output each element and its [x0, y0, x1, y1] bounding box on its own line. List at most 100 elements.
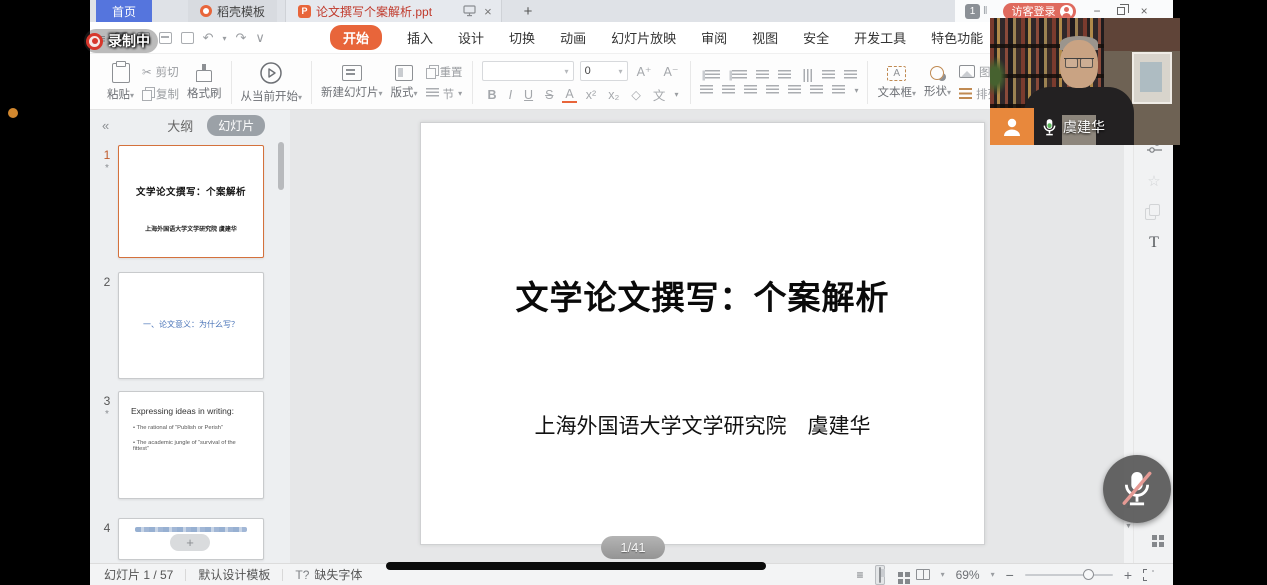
decrease-indent-icon[interactable] [756, 70, 769, 81]
reset-button[interactable]: 重置 [426, 64, 463, 80]
new-tab-button[interactable]: + [516, 3, 541, 20]
mute-microphone-button[interactable] [1103, 455, 1171, 523]
tab-slides[interactable]: 幻灯片 [207, 115, 265, 136]
zoom-caret-icon[interactable]: ▾ [991, 570, 995, 579]
slide-subtitle[interactable]: 上海外国语大学文学研究院 虞建华 [421, 410, 984, 440]
normal-view-button[interactable] [875, 565, 885, 585]
close-window-button[interactable]: × [1141, 4, 1148, 18]
zoom-in-button[interactable]: + [1124, 567, 1132, 583]
collapse-panel-icon[interactable]: « [102, 118, 109, 133]
current-slide[interactable]: 文学论文撰写：个案解析 上海外国语大学文学研究院 虞建华 [420, 122, 985, 545]
menu-slideshow[interactable]: 幻灯片放映 [611, 28, 676, 47]
zoom-slider-knob[interactable] [1083, 569, 1094, 580]
slide-thumbnail-2[interactable]: 一、论文意义：为什么写？ [118, 272, 264, 379]
bullets-icon[interactable] [705, 70, 720, 81]
tab-docer-templates[interactable]: 稻壳模板 [188, 0, 277, 22]
reading-view-icon[interactable] [916, 569, 930, 580]
decrease-font-button[interactable]: A⁻ [661, 64, 682, 79]
distribute-icon[interactable] [788, 85, 801, 96]
menu-animation[interactable]: 动画 [560, 28, 586, 47]
close-tab-icon[interactable]: × [481, 4, 495, 19]
subscript-button[interactable]: x₂ [605, 88, 622, 102]
text-direction-icon[interactable] [801, 69, 812, 82]
justify-icon[interactable] [766, 85, 779, 96]
missing-font-label[interactable]: 缺失字体 [314, 566, 362, 583]
increase-indent-icon[interactable] [778, 70, 791, 81]
text-box-button[interactable]: A 文本框▾ [877, 66, 916, 100]
font-color-button[interactable]: A [562, 87, 576, 103]
menu-devtools[interactable]: 开发工具 [854, 28, 906, 47]
section-button[interactable]: 节▾ [426, 86, 463, 102]
new-slide-button[interactable]: 新建幻灯片▾ [321, 65, 383, 100]
undo-icon[interactable]: ↶ [203, 30, 214, 46]
guest-login-button[interactable]: 访客登录 [1003, 3, 1076, 20]
italic-button[interactable]: I [506, 88, 515, 102]
align-text-icon[interactable] [822, 70, 835, 81]
slide-thumbnail-3[interactable]: Expressing ideas in writing: • The ratio… [118, 391, 264, 499]
increase-font-button[interactable]: A⁺ [634, 64, 655, 79]
minimize-button[interactable]: − [1094, 4, 1101, 18]
redo-icon[interactable]: ↷ [236, 30, 247, 46]
toolbar-collapse-icon[interactable]: ∨ [255, 30, 265, 46]
fit-to-window-icon[interactable] [1143, 569, 1155, 581]
restore-button[interactable] [1117, 7, 1125, 15]
playback-progress-bar[interactable] [386, 562, 766, 570]
format-painter-button[interactable]: 格式刷 [187, 64, 222, 101]
print-preview-icon[interactable] [181, 32, 194, 44]
bold-button[interactable]: B [485, 88, 500, 102]
scroll-down-icon[interactable]: ▼ [1124, 523, 1133, 530]
sidebar-scrollbar[interactable] [278, 142, 284, 190]
text-tool-icon[interactable]: T [1134, 234, 1174, 252]
menu-insert[interactable]: 插入 [407, 28, 433, 47]
copy-button[interactable]: 复制 [142, 86, 179, 102]
align-left-icon[interactable] [700, 85, 713, 96]
underline-button[interactable]: U [521, 88, 536, 102]
play-from-current-button[interactable]: 从当前开始▾ [241, 61, 303, 104]
thumbnail-grid-icon[interactable] [1134, 535, 1174, 540]
paragraph-spacing-icon[interactable] [832, 85, 845, 96]
shapes-button[interactable]: 形状▾ [924, 66, 951, 99]
selection-pages-icon[interactable] [1134, 204, 1174, 216]
clear-format-button[interactable]: ◇ [628, 87, 644, 102]
slide-thumbnail-1[interactable]: 文学论文撰写：个案解析 上海外国语大学文学研究院 虞建华 [118, 145, 264, 258]
video-call-window[interactable]: 虞建华 [990, 18, 1180, 145]
tab-document[interactable]: P 论文撰写个案解析.ppt × [285, 0, 502, 22]
menu-view[interactable]: 视图 [752, 28, 778, 47]
slide-sorter-view-icon[interactable] [898, 572, 903, 577]
line-spacing-icon[interactable] [810, 85, 823, 96]
strikethrough-button[interactable]: S [542, 88, 556, 102]
align-center-icon[interactable] [722, 85, 735, 96]
numbering-icon[interactable] [732, 70, 747, 81]
menu-start[interactable]: 开始 [330, 25, 382, 50]
tab-home[interactable]: 首页 [96, 0, 152, 22]
columns-icon[interactable] [844, 70, 857, 81]
menu-transition[interactable]: 切换 [509, 28, 535, 47]
font-size-combobox[interactable]: 0▾ [580, 61, 628, 81]
phonetic-guide-button[interactable]: 文 [650, 85, 669, 104]
menu-special-features[interactable]: 特色功能 [931, 28, 983, 47]
menu-design[interactable]: 设计 [458, 28, 484, 47]
cut-button[interactable]: ✂剪切 [142, 64, 179, 80]
tab-outline[interactable]: 大纲 [167, 116, 193, 135]
print-icon[interactable] [159, 32, 172, 44]
font-name-combobox[interactable]: ▾ [482, 61, 574, 81]
undo-caret-icon[interactable]: ▾ [223, 34, 227, 43]
zoom-slider[interactable] [1025, 574, 1113, 576]
view-caret-icon[interactable]: ▾ [941, 570, 945, 579]
align-right-icon[interactable] [744, 85, 757, 96]
zoom-out-button[interactable]: − [1006, 567, 1014, 583]
zoom-level[interactable]: 69% [956, 568, 980, 582]
template-name[interactable]: 默认设计模板 [198, 566, 270, 583]
menu-review[interactable]: 审阅 [701, 28, 727, 47]
slide-title[interactable]: 文学论文撰写：个案解析 [421, 271, 984, 319]
superscript-button[interactable]: x² [583, 88, 599, 102]
layout-button[interactable]: 版式▾ [391, 65, 418, 100]
add-slide-button[interactable]: + [170, 534, 210, 551]
paste-button[interactable]: 粘贴▾ [107, 63, 134, 102]
user-count-badge[interactable]: 1 [965, 4, 980, 19]
present-monitor-icon[interactable] [463, 5, 476, 17]
effects-star-icon[interactable]: ☆ [1134, 172, 1174, 190]
thumb-3-bullet-2: • The academic jungle of “survival of th… [133, 440, 253, 452]
notes-icon[interactable]: ≡ [857, 568, 864, 582]
menu-security[interactable]: 安全 [803, 28, 829, 47]
